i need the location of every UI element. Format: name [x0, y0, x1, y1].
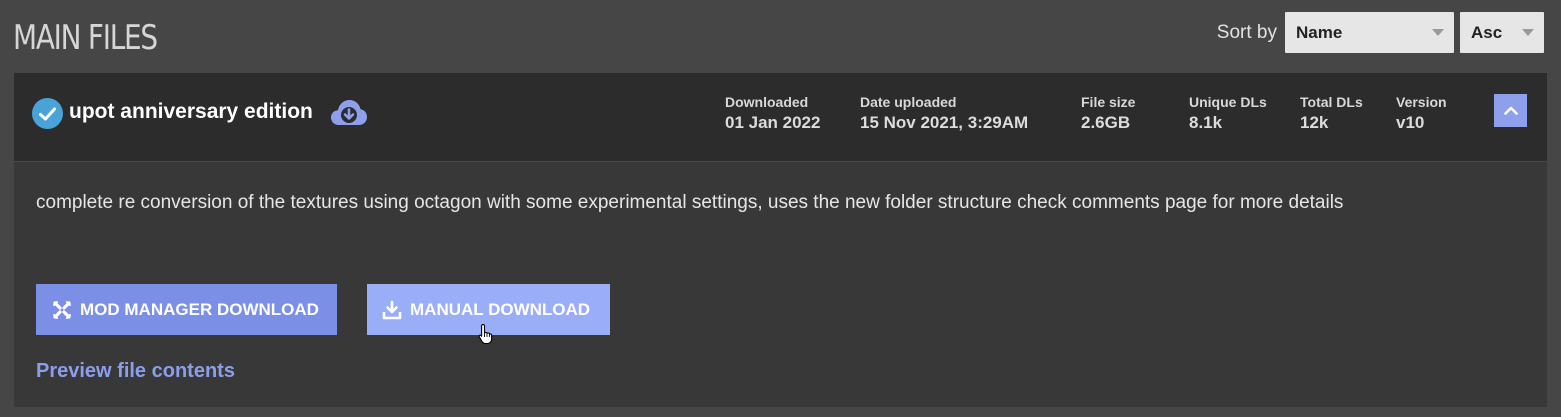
sort-order-value: Asc	[1471, 22, 1503, 42]
stat-file-size: File size 2.6GB	[1081, 94, 1135, 133]
sort-label: Sort by	[1216, 21, 1277, 43]
stat-value: 12k	[1300, 113, 1329, 132]
stat-unique-dls: Unique DLs 8.1k	[1189, 94, 1267, 133]
stat-label: Date uploaded	[860, 94, 957, 110]
stat-value: v10	[1396, 113, 1425, 132]
stat-value: 2.6GB	[1081, 113, 1131, 132]
stat-version: Version v10	[1396, 94, 1447, 133]
manual-download-label: MANUAL DOWNLOAD	[410, 299, 591, 319]
file-description: complete re conversion of the textures u…	[36, 192, 1344, 213]
dropdown-caret-icon	[1522, 29, 1534, 36]
chevron-up-icon	[1503, 106, 1518, 115]
main-files-page: MAIN FILES Sort by Name Asc upot anniver…	[0, 0, 1561, 417]
sort-field-value: Name	[1296, 22, 1343, 42]
stat-label: Total DLs	[1300, 94, 1363, 110]
sort-controls: Sort by Name Asc	[1217, 12, 1544, 53]
mod-manager-download-button[interactable]: MOD MANAGER DOWNLOAD	[36, 284, 337, 335]
preview-file-contents-link[interactable]: Preview file contents	[36, 360, 235, 383]
stat-value: 01 Jan 2022	[725, 113, 821, 132]
download-tray-icon	[382, 300, 402, 320]
stat-date-uploaded: Date uploaded 15 Nov 2021, 3:29AM	[860, 94, 1028, 133]
stat-label: Unique DLs	[1189, 94, 1267, 110]
sort-order-select[interactable]: Asc	[1460, 12, 1544, 53]
stat-value: 15 Nov 2021, 3:29AM	[860, 113, 1029, 132]
stat-label: File size	[1081, 94, 1136, 110]
vortex-icon	[52, 300, 72, 320]
stat-downloaded: Downloaded 01 Jan 2022	[725, 94, 820, 133]
collapse-button[interactable]	[1494, 94, 1527, 127]
hand-pointer-icon	[478, 323, 494, 350]
sort-field-select[interactable]: Name	[1285, 12, 1454, 53]
stat-total-dls: Total DLs 12k	[1300, 94, 1363, 133]
file-name: upot anniversary edition	[69, 100, 313, 123]
stat-label: Version	[1396, 94, 1447, 110]
dropdown-caret-icon	[1432, 29, 1444, 36]
stat-value: 8.1k	[1189, 113, 1223, 132]
check-circle-icon	[32, 98, 63, 129]
stat-label: Downloaded	[725, 94, 809, 110]
section-title: MAIN FILES	[13, 18, 158, 58]
cloud-download-icon[interactable]	[330, 98, 368, 133]
file-header[interactable]: upot anniversary edition Downloaded 01 J…	[14, 73, 1547, 162]
mod-manager-download-label: MOD MANAGER DOWNLOAD	[80, 299, 319, 319]
file-card: upot anniversary edition Downloaded 01 J…	[14, 73, 1547, 407]
